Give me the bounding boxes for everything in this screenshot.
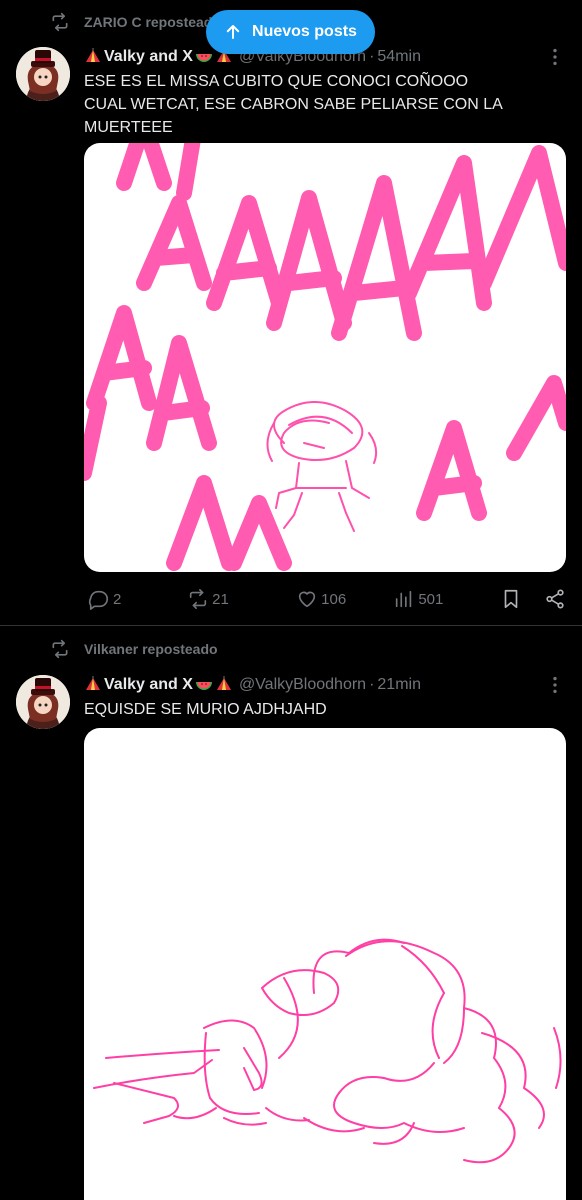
reply-icon bbox=[88, 590, 109, 610]
bookmark-icon bbox=[505, 589, 518, 609]
post-actions: 2 21 106 501 bbox=[84, 588, 566, 610]
post-header: Valky and X @ValkyBloodhorn · 21min bbox=[84, 676, 566, 694]
separator-dot: · bbox=[369, 676, 375, 693]
post-divider bbox=[0, 625, 582, 626]
post-time[interactable]: 21min bbox=[377, 676, 421, 694]
repost-indicator: Vilkaner reposteado bbox=[50, 639, 218, 659]
repost-indicator: ZARIO C reposteado bbox=[50, 12, 221, 32]
share-icon bbox=[546, 589, 564, 609]
new-posts-label: Nuevos posts bbox=[252, 23, 357, 40]
repost-icon bbox=[52, 639, 68, 659]
repost-count: 21 bbox=[212, 590, 229, 608]
bookmark-button[interactable] bbox=[500, 588, 544, 610]
avatar[interactable] bbox=[16, 675, 70, 729]
post-text: EQUISDE SE MURIO AJDHJAHD bbox=[84, 701, 327, 718]
post-text: ESE ES EL MISSA CUBITO QUE CONOCI COÑOOO… bbox=[84, 73, 503, 136]
arrow-up-icon bbox=[226, 25, 240, 39]
more-options-icon[interactable] bbox=[544, 46, 566, 68]
avatar[interactable] bbox=[16, 47, 70, 101]
watermelon-icon bbox=[195, 682, 212, 690]
views-button[interactable]: 501 bbox=[393, 588, 500, 610]
reply-count: 2 bbox=[113, 590, 122, 608]
author-handle[interactable]: @ValkyBloodhorn bbox=[239, 676, 366, 694]
more-options-icon[interactable] bbox=[544, 674, 566, 696]
repost-label: Vilkaner reposteado bbox=[84, 641, 218, 657]
reply-button[interactable]: 2 bbox=[88, 588, 187, 610]
like-button[interactable]: 106 bbox=[296, 588, 393, 610]
separator-dot: · bbox=[369, 48, 375, 65]
circus-tent-icon bbox=[86, 676, 100, 690]
repost-button[interactable]: 21 bbox=[187, 588, 296, 610]
views-chart-icon bbox=[396, 590, 412, 608]
repost-icon bbox=[52, 12, 68, 32]
author-name[interactable]: Valky and X bbox=[84, 48, 233, 66]
circus-tent-icon bbox=[216, 676, 231, 690]
share-button[interactable] bbox=[544, 588, 566, 610]
like-count: 106 bbox=[321, 590, 347, 608]
repost-icon bbox=[189, 589, 207, 609]
views-count: 501 bbox=[418, 590, 444, 608]
post-image[interactable] bbox=[84, 728, 566, 1200]
repost-label: ZARIO C reposteado bbox=[84, 14, 221, 30]
circus-tent-icon bbox=[86, 48, 100, 62]
new-posts-button[interactable]: Nuevos posts bbox=[206, 10, 375, 54]
watermelon-icon bbox=[195, 54, 212, 62]
post-image[interactable] bbox=[84, 143, 566, 572]
heart-icon bbox=[299, 591, 316, 608]
post-time[interactable]: 54min bbox=[377, 48, 421, 66]
author-name[interactable]: Valky and X bbox=[84, 676, 233, 694]
